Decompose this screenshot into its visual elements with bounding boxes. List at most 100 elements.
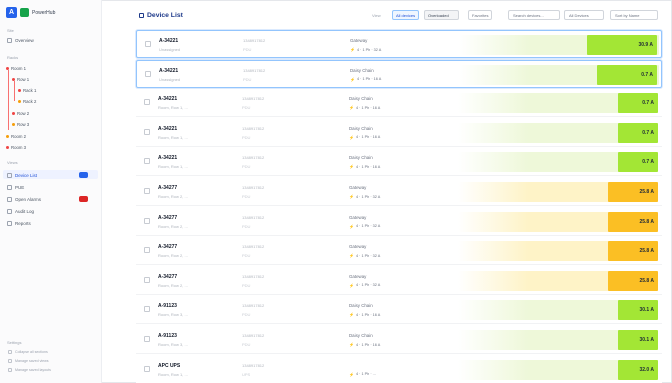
sidebar-item-open-alarms[interactable]: Open Alarms [7,195,41,203]
table-row[interactable]: A-34277 Room, Row 2, ... 1348917812 PDU Gate… [136,266,662,295]
tab-all-devices[interactable]: All devices [392,10,420,20]
load-value: 25.8 A [608,211,658,232]
row-checkbox[interactable] [144,276,150,283]
grid-icon [7,37,12,43]
device-spec-text: 4 · 1 Ph · 16 A [355,312,381,317]
tab-favorites[interactable]: Favorites [468,10,493,20]
footer-link[interactable]: Collapse all sections [8,350,48,354]
status-dot-icon [18,100,21,103]
table-row[interactable]: A-91123 Room, Row 3, ... 1348917812 PDU Dais… [136,326,662,354]
sidebar-item-overview[interactable]: Overview [7,36,34,44]
tree-item[interactable]: Rack 2 [18,98,36,105]
device-location: Unassigned [159,76,181,82]
device-type: Daisy Chain [349,155,373,161]
tree-item-label: Rack 1 [23,88,37,93]
device-serial: 1348917812 [242,96,265,102]
sidebar-item-label: Open Alarms [15,196,42,202]
bolt-icon: ⚡ [350,47,355,52]
sidebar-item-device-list[interactable]: Device List [7,171,37,179]
device-spec-text: 4 · 1 Ph · 32 A [355,194,381,199]
device-location: Room, Row 2, ... [158,194,188,199]
row-checkbox[interactable] [144,336,150,342]
load-value: 0.7 A [597,64,657,85]
table-row[interactable]: A-34277 Room, Row 2, ... 1348917812 PDU Gate… [136,178,662,206]
device-serial: 1348917812 [242,214,265,220]
row-checkbox[interactable] [144,247,150,254]
device-location: Room, Row 3, ... [158,312,188,318]
tree-item[interactable]: Room 3 [6,144,26,151]
tree-item[interactable]: Row 3 [12,121,29,128]
bolt-icon: ⚡ [349,164,354,170]
app-logo[interactable]: A PowerHub [6,7,55,18]
device-name: A-34221 [158,155,178,162]
device-location: Room, Row 1, ... [158,371,188,377]
footer-link[interactable]: Manage saved views [8,359,49,363]
row-checkbox[interactable] [145,70,151,77]
sidebar-item-pue[interactable]: PUE [7,183,24,191]
sidebar-item-reports[interactable]: Reports [7,219,31,227]
device-spec: ⚡ 4 · 1 Ph · 32 A [349,194,380,199]
row-checkbox[interactable] [144,128,150,135]
bolt-icon: ⚡ [349,223,354,229]
device-serial: 1348917812 [243,38,266,43]
device-spec-text: 4 · 1 Ph · 16 A [356,77,382,82]
table-row[interactable]: A-34221 Room, Row 1, ... 1348917812 PDU Dais… [136,118,662,147]
device-serial: 1348917812 [242,125,265,131]
tree-item[interactable]: Row 2 [12,110,29,117]
table-row[interactable]: A-91123 Room, Row 3, ... 1348917812 PDU Dais… [136,296,662,325]
table-row[interactable]: A-34277 Room, Row 2, ... 1348917812 PDU Gate… [136,207,662,236]
footer-link-label: Manage saved views [15,359,49,363]
row-checkbox[interactable] [144,217,150,224]
tree-item[interactable]: Room 1 [6,65,26,72]
row-checkbox[interactable] [144,188,150,194]
device-kind: PDU [242,105,251,111]
section-racks-label: Racks [7,55,19,60]
tree-connector [14,81,15,101]
device-name: A-34277 [158,185,178,191]
load-value: 32.0 A [618,359,658,380]
device-serial: 1348917812 [242,362,265,368]
row-checkbox[interactable] [144,158,150,165]
tree-item-label: Row 3 [17,122,30,127]
sort-select[interactable]: Sort by Name [610,10,658,20]
section-settings-label: Settings [7,340,22,345]
table-row[interactable]: A-34221 Room, Row 1, ... 1348917812 PDU Dais… [136,89,662,118]
device-spec: ⚡ 4 · 1 Ph · 16 A [349,342,380,347]
list-icon [139,13,144,18]
search-input[interactable]: Search devices... [508,10,560,20]
table-row[interactable]: APC UPS Room, Row 1, ... 1348917812 UPS ⚡ 4 ·… [136,355,662,383]
app-title: PowerHub [32,9,56,16]
table-row[interactable]: A-34221 Unassigned 1348917812 PDU Daisy Chai… [136,59,662,88]
device-spec: ⚡ 4 · 1 Ph · 16 A [349,135,380,140]
tree-item[interactable]: Rack 1 [18,87,36,94]
device-type: Daisy Chain [349,96,373,102]
table-row[interactable]: A-34221 Unassigned 1348917812 PDU Gateway ⚡ 4 … [136,30,662,58]
load-value: 30.9 A [587,35,657,55]
tab-overloaded[interactable]: Overloaded [424,10,459,20]
sidebar-item-audit-log[interactable]: Audit Log [7,207,34,215]
device-name: A-34277 [158,273,178,280]
device-spec-text: 4 · 1 Ph · 16 A [355,105,381,110]
table-row[interactable]: A-34221 Room, Row 1, ... 1348917812 PDU Dais… [136,148,662,177]
tree-item-label: Room 1 [11,66,27,71]
settings-icon [8,359,12,363]
device-spec: ⚡ 4 · 1 Ph · 32 A [349,253,380,258]
device-kind: PDU [243,47,252,52]
load-value: 0.7 A [618,93,658,114]
device-kind: PDU [243,76,252,82]
device-spec: ⚡ 4 · 1 Ph · 32 A [350,47,381,52]
footer-link-label: Manage saved layouts [15,368,51,372]
row-checkbox[interactable] [144,306,150,313]
device-filter-select[interactable]: All Devices [564,10,604,20]
row-checkbox[interactable] [145,41,151,47]
bolt-icon: ⚡ [349,342,354,347]
device-serial: 1348917812 [242,244,265,250]
footer-link[interactable]: Manage saved layouts [8,368,51,372]
table-row[interactable]: A-34277 Room, Row 2, ... 1348917812 PDU Gate… [136,237,662,266]
load-value: 25.8 A [608,270,658,291]
device-spec: ⚡ 4 · 1 Ph · 16 A [349,164,380,169]
row-checkbox[interactable] [144,365,150,372]
device-kind: PDU [242,134,251,140]
tree-item[interactable]: Room 2 [6,133,26,140]
row-checkbox[interactable] [144,99,150,106]
